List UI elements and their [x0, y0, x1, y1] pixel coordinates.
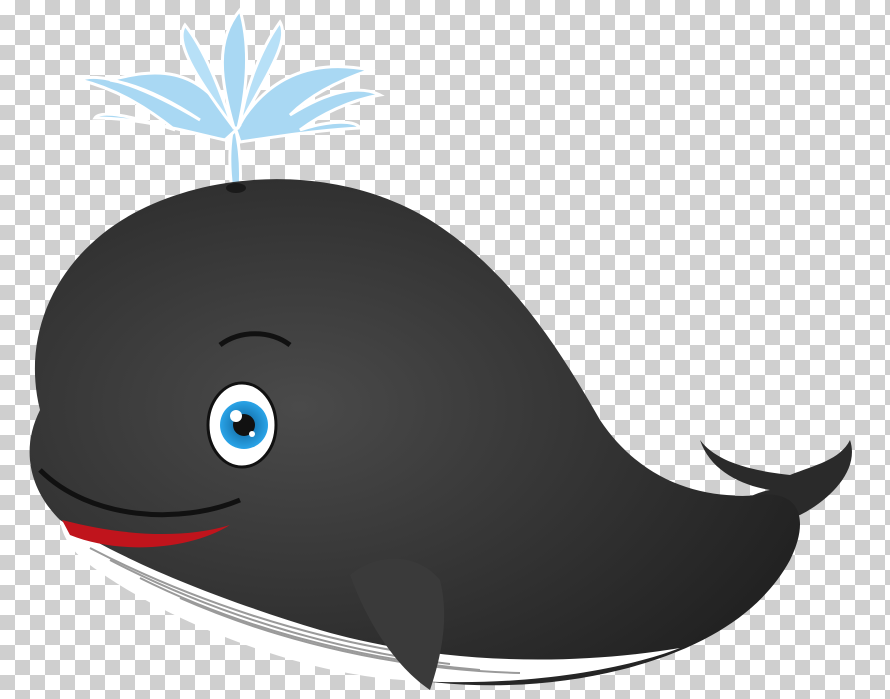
image-canvas	[0, 0, 890, 699]
whale-blowhole	[226, 183, 246, 193]
water-spout	[75, 6, 385, 192]
whale-illustration	[29, 6, 852, 690]
